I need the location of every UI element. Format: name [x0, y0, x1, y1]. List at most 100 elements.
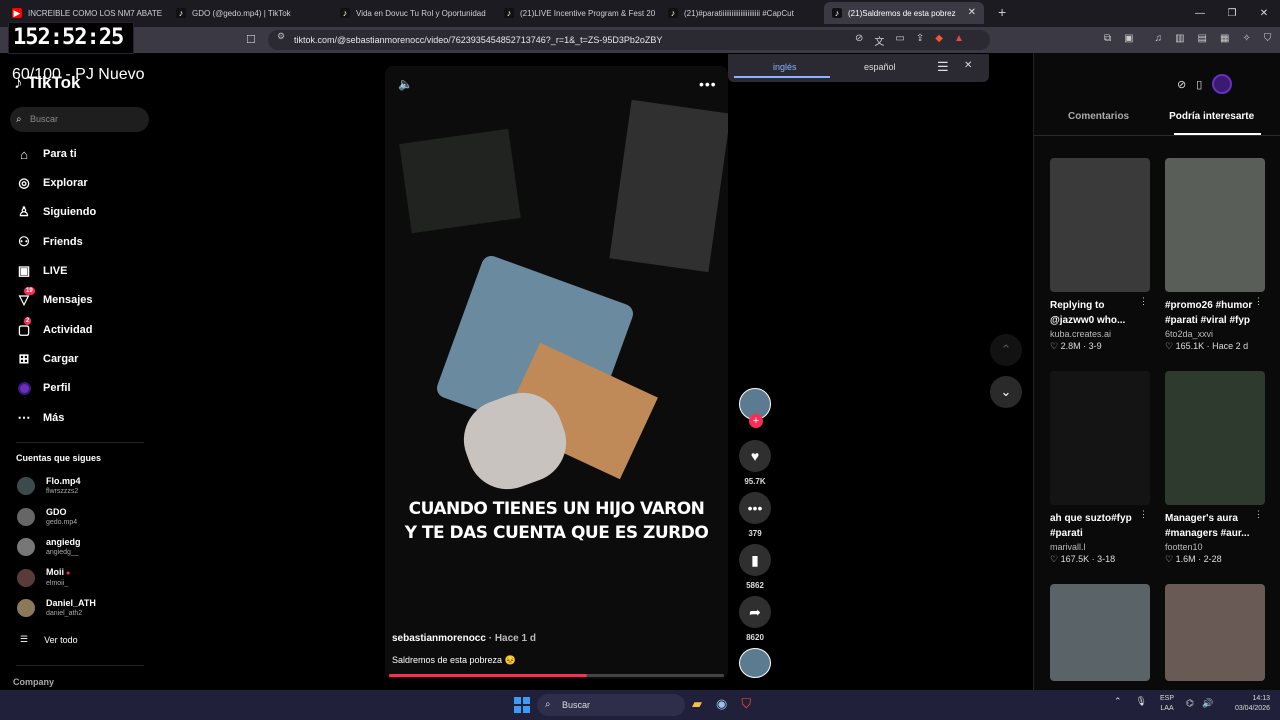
see-all-button[interactable]: ☰ Ver todo — [20, 634, 78, 645]
video-progress-bar[interactable] — [389, 674, 724, 677]
share-icon[interactable]: ⇪ — [916, 33, 924, 48]
nav-item-perfil[interactable]: Perfil — [16, 378, 71, 398]
translate-menu-icon[interactable]: ☰ — [937, 59, 949, 75]
cast-icon[interactable]: ▭ — [895, 33, 904, 48]
suggested-video-card[interactable]: ah que suzto#fyp #parati ⋮ marivall.l ♡ 167… — [1050, 371, 1150, 565]
card-menu-icon[interactable]: ⋮ — [1254, 509, 1263, 520]
compass-icon[interactable]: ⊘ — [1177, 78, 1186, 91]
suggested-video-card[interactable]: Manager's aura #managers #aur... ⋮ footten… — [1165, 371, 1265, 565]
card-menu-icon[interactable]: ⋮ — [1254, 296, 1263, 307]
close-window-icon[interactable]: ✕ — [1248, 0, 1280, 27]
site-info-icon[interactable]: ⚙ — [277, 31, 285, 42]
brave-shield-icon[interactable]: ◆ — [935, 33, 943, 48]
nav-item-friends[interactable]: ⚇ Friends — [16, 232, 83, 252]
suggested-video-card[interactable]: #promo26 #humor #parati #viral #fyp ⋮ 6to2… — [1165, 158, 1265, 352]
followed-account[interactable]: angiedg angiedg__ — [17, 536, 81, 558]
video-thumbnail[interactable] — [1050, 584, 1150, 681]
card-username[interactable]: kuba.creates.ai — [1050, 329, 1150, 339]
search-input[interactable]: ⌕ Buscar — [10, 107, 149, 132]
card-menu-icon[interactable]: ⋮ — [1139, 509, 1148, 520]
rewards-icon[interactable]: ▲ — [954, 33, 964, 48]
comment-action[interactable]: ••• 379 — [739, 492, 771, 538]
card-menu-icon[interactable]: ⋮ — [1139, 296, 1148, 307]
volume-icon[interactable]: 🔈 — [398, 77, 413, 91]
bookmark-icon[interactable]: ☐ — [246, 33, 256, 46]
nav-item-actividad[interactable]: ▢ 2 Actividad — [16, 317, 93, 340]
follow-plus-icon[interactable]: + — [749, 414, 763, 428]
company-link[interactable]: Company — [13, 677, 54, 687]
phone-icon[interactable]: ▯ — [1196, 78, 1202, 91]
like-action[interactable]: ♥ 95.7K — [739, 440, 771, 486]
network-icon[interactable]: ⌬ — [1186, 698, 1194, 709]
comment-icon[interactable]: ••• — [739, 492, 771, 524]
video-author[interactable]: sebastianmorenocc · Hace 1 d — [392, 633, 536, 644]
share-arrow-icon[interactable]: ➦ — [739, 596, 771, 628]
browser-tab[interactable]: ▶ INCREIBLE COMO LOS NM7 ABATE A — [4, 2, 164, 24]
nav-item-más[interactable]: ⋯ Más — [16, 408, 65, 428]
new-tab-button[interactable]: + — [998, 4, 1006, 20]
clock[interactable]: 14:13 03/04/2026 — [1226, 694, 1270, 714]
file-explorer-icon[interactable]: ▰ — [692, 696, 702, 712]
followed-account[interactable]: Daniel_ATH daniel_ath2 — [17, 597, 96, 619]
reader-icon[interactable]: ▦ — [1220, 33, 1229, 44]
nav-item-para-ti[interactable]: ⌂ Para ti — [16, 144, 77, 164]
wallet-icon[interactable]: ▤ — [1198, 33, 1207, 44]
followed-account[interactable]: Flo.mp4 flwrszzzs2 — [17, 475, 81, 497]
user-avatar[interactable] — [1212, 74, 1233, 94]
video-thumbnail[interactable] — [1165, 371, 1265, 505]
microphone-icon[interactable]: 🎙 — [1136, 696, 1147, 707]
card-username[interactable]: marivall.l — [1050, 542, 1150, 552]
vpn-icon[interactable]: ⛉ — [1264, 33, 1272, 44]
screenshot-icon[interactable]: ▣ — [1124, 33, 1133, 44]
taskbar-search[interactable]: ⌕ Buscar — [537, 694, 685, 716]
nav-item-cargar[interactable]: ⊞ Cargar — [16, 349, 79, 369]
mute-icon[interactable]: ⊘ — [855, 33, 863, 48]
bookmark-icon[interactable]: ▮ — [739, 544, 771, 576]
tab-close-icon[interactable]: ✕ — [968, 7, 976, 18]
brave-browser-icon[interactable]: ⛉ — [741, 696, 751, 712]
video-thumbnail[interactable] — [1050, 158, 1150, 292]
video-thumbnail[interactable] — [1165, 584, 1265, 681]
nav-item-explorar[interactable]: ◎ Explorar — [16, 173, 87, 193]
card-username[interactable]: 6to2da_xxvi — [1165, 329, 1265, 339]
translate-lang-target[interactable]: español — [864, 62, 896, 72]
card-title[interactable]: Replying to @jazww0 who... — [1050, 298, 1142, 328]
extensions-icon[interactable]: ⧉ — [1104, 33, 1111, 44]
leo-ai-icon[interactable]: ✧ — [1242, 33, 1250, 44]
nav-item-siguiendo[interactable]: ♙ Siguiendo — [16, 202, 96, 222]
media-icon[interactable]: ♫ — [1155, 33, 1163, 44]
previous-video-button[interactable]: ⌃ — [990, 334, 1022, 366]
author-avatar[interactable]: + — [739, 388, 771, 428]
card-username[interactable]: footten10 — [1165, 542, 1265, 552]
browser-tab[interactable]: ♪ (21)#paratiiiiiiiiiiiiiiiiiiiiii #CapCu… — [660, 2, 820, 24]
heart-icon[interactable]: ♥ — [739, 440, 771, 472]
tab-comments[interactable]: Comentarios — [1068, 111, 1129, 122]
tab-suggested[interactable]: Podría interesarte — [1169, 111, 1254, 122]
suggested-video-card[interactable]: Replying to @jazww0 who... ⋮ kuba.creates.… — [1050, 158, 1150, 352]
sidebar-toggle-icon[interactable]: ▥ — [1175, 33, 1184, 44]
sound-avatar[interactable] — [739, 648, 771, 678]
browser-tab[interactable]: ♪ GDO (@gedo.mp4) | TikTok — [168, 2, 328, 24]
suggested-video-card[interactable] — [1165, 584, 1265, 681]
share-action[interactable]: ➦ 8620 — [739, 596, 771, 642]
card-title[interactable]: ah que suzto#fyp #parati — [1050, 511, 1142, 541]
speaker-icon[interactable]: 🔊 — [1202, 698, 1213, 709]
author-name[interactable]: sebastianmorenocc — [392, 633, 486, 644]
video-thumbnail[interactable] — [1050, 371, 1150, 505]
video-thumbnail[interactable] — [1165, 158, 1265, 292]
input-language[interactable]: ESP LAA — [1160, 694, 1174, 714]
windows-start-icon[interactable] — [514, 697, 530, 713]
nav-item-live[interactable]: ▣ LIVE — [16, 261, 68, 281]
suggested-video-card[interactable] — [1050, 584, 1150, 681]
next-video-button[interactable]: ⌄ — [990, 376, 1022, 408]
translate-lang-source[interactable]: inglés — [773, 62, 797, 72]
nav-item-mensajes[interactable]: ▽ 19 Mensajes — [16, 287, 93, 310]
more-options-icon[interactable]: ••• — [699, 76, 717, 92]
minimize-icon[interactable]: — — [1184, 0, 1216, 27]
browser-tab[interactable]: ♪ (21)LIVE Incentive Program & Fest 20 — [496, 2, 656, 24]
video-player[interactable] — [385, 66, 728, 679]
translate-icon[interactable]: 文 — [874, 33, 884, 48]
translate-close-icon[interactable]: ✕ — [964, 60, 972, 71]
followed-account[interactable]: Moii ● elmoii_ — [17, 567, 70, 589]
tray-chevron-icon[interactable]: ⌃ — [1114, 696, 1122, 707]
